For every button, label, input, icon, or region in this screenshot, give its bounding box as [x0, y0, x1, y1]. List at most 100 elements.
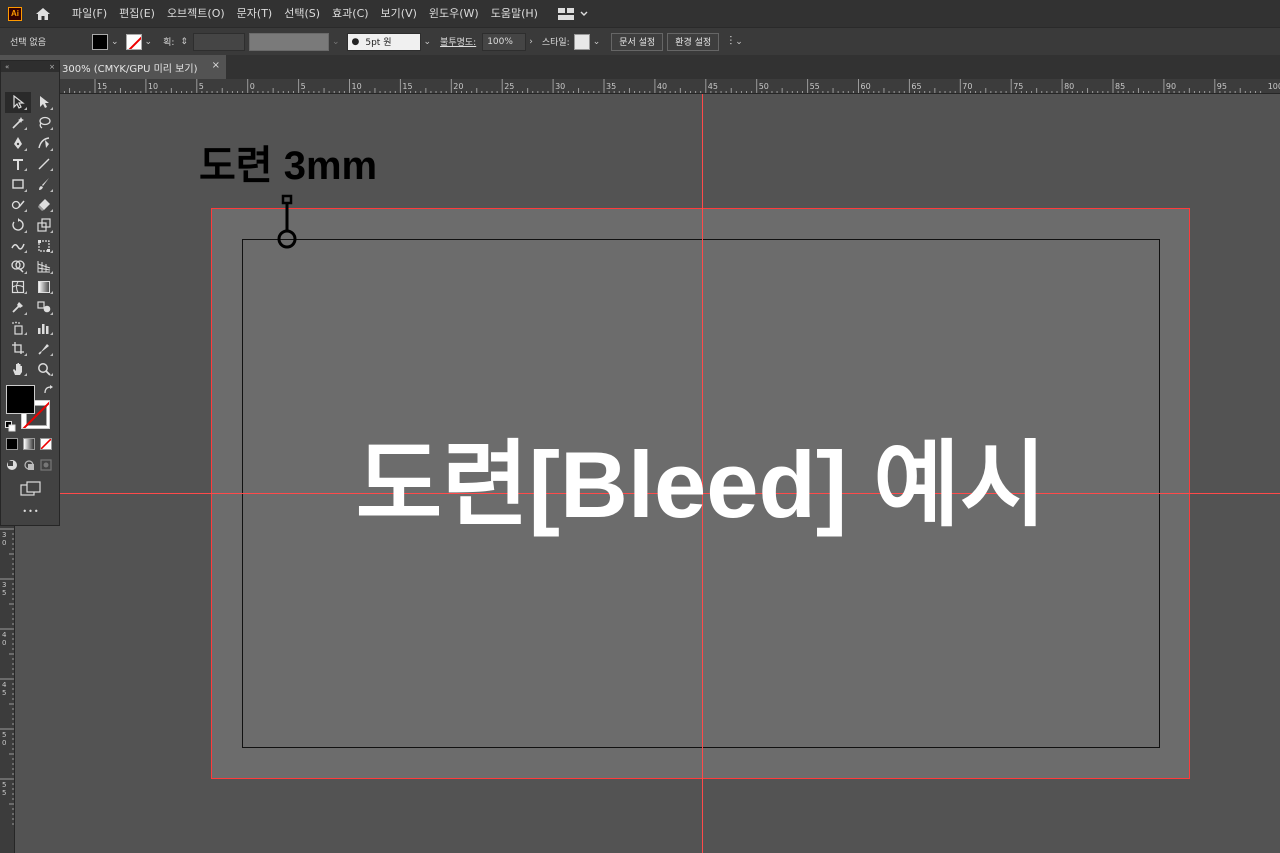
collapse-panel-icon[interactable]: « — [5, 63, 9, 71]
draw-inside-icon[interactable] — [40, 459, 52, 471]
fill-color-box[interactable] — [6, 385, 35, 414]
horizontal-ruler[interactable]: 15 10 5 0 5 10 15 20 25 30 35 40 45 50 55 60 65 70 75 80 85 9… — [0, 79, 1280, 94]
align-icon[interactable]: ⫶ — [729, 34, 732, 49]
menu-type[interactable]: 문자(T) — [231, 0, 279, 27]
menu-object[interactable]: 오브젝트(O) — [161, 0, 231, 27]
magic-wand-tool[interactable] — [5, 113, 31, 134]
workspace-grid-icon — [557, 7, 574, 20]
color-mode-row — [6, 438, 56, 450]
warp-icon — [11, 243, 25, 250]
free-transform-tool[interactable] — [31, 236, 57, 257]
menu-help[interactable]: 도움말(H) — [485, 0, 544, 27]
paintbrush-tool[interactable] — [31, 174, 57, 195]
ruler-label: 90 — [1166, 82, 1176, 91]
menu-select[interactable]: 선택(S) — [278, 0, 326, 27]
symbol-sprayer-icon — [12, 321, 23, 335]
profile-dropdown-icon[interactable]: ⌄ — [332, 37, 340, 47]
workspace-switcher[interactable] — [557, 7, 588, 20]
none-mode-button[interactable] — [40, 438, 52, 450]
gradient-icon — [38, 280, 50, 293]
line-segment-icon — [38, 158, 50, 170]
shape-builder-tool[interactable] — [5, 256, 31, 277]
graphic-style-swatch[interactable] — [573, 33, 590, 50]
tools-panel-header[interactable]: « × — [1, 61, 59, 72]
control-bar: 선택 없음 ⌄ ⌄ 획: ⇕ ⌄ ● 5pt 원 ⌄ 불투명도: 100% › … — [0, 27, 1280, 55]
warp-tool[interactable] — [5, 236, 31, 257]
draw-mode-row — [6, 459, 56, 471]
draw-behind-icon[interactable] — [23, 459, 35, 471]
opacity-arrow-icon[interactable]: › — [529, 37, 533, 47]
perspective-grid-icon — [37, 261, 51, 273]
opacity-label[interactable]: 불투명도: — [440, 35, 476, 48]
variable-width-profile[interactable] — [248, 32, 329, 51]
chevron-down-icon — [580, 11, 588, 16]
eyedropper-tool[interactable] — [5, 297, 31, 318]
ruler-label: 3 — [2, 531, 6, 539]
ruler-label: 10 — [352, 82, 362, 91]
perspective-grid-tool[interactable] — [31, 256, 57, 277]
artboard-tool[interactable] — [5, 338, 31, 359]
blend-tool[interactable] — [31, 297, 57, 318]
menu-effect[interactable]: 효과(C) — [326, 0, 375, 27]
menu-file[interactable]: 파일(F) — [66, 0, 113, 27]
ruler-label: 75 — [1013, 82, 1023, 91]
stroke-stepper-icon[interactable]: ⇕ — [180, 37, 188, 47]
menu-edit[interactable]: 편집(E) — [113, 0, 161, 27]
ruler-label: 5 — [301, 82, 306, 91]
close-icon[interactable]: × — [212, 60, 220, 71]
ruler-label: 5 — [199, 82, 204, 91]
slice-tool[interactable] — [31, 338, 57, 359]
close-icon[interactable]: × — [49, 63, 55, 71]
edit-toolbar-more-icon[interactable]: ••• — [1, 507, 61, 516]
rectangle-tool[interactable] — [5, 174, 31, 195]
ruler-label: 85 — [1115, 82, 1125, 91]
color-mode-button[interactable] — [6, 438, 18, 450]
brush-definition-select[interactable]: ● 5pt 원 — [346, 32, 421, 51]
ruler-label: 4 — [2, 631, 7, 639]
stroke-swatch[interactable] — [125, 33, 142, 50]
stroke-weight-input[interactable] — [192, 32, 245, 51]
swap-fill-stroke-icon[interactable] — [43, 384, 55, 396]
screen-mode-icon[interactable] — [20, 481, 42, 497]
home-icon[interactable] — [34, 6, 52, 22]
style-dropdown-icon[interactable]: ⌄ — [593, 37, 601, 47]
preferences-button[interactable]: 환경 설정 — [667, 32, 720, 51]
draw-normal-icon[interactable] — [6, 459, 18, 471]
menu-view[interactable]: 보기(V) — [375, 0, 423, 27]
selection-tool[interactable] — [5, 92, 31, 113]
fill-stroke-widget[interactable] — [5, 384, 55, 434]
opacity-input[interactable]: 100% — [482, 32, 527, 51]
direct-selection-tool[interactable] — [31, 92, 57, 113]
brush-dropdown-icon[interactable]: ⌄ — [424, 37, 432, 47]
ruler-label: 50 — [759, 82, 769, 91]
align-dropdown-icon[interactable]: ⌄ — [735, 37, 743, 47]
fill-dropdown-icon[interactable]: ⌄ — [111, 37, 119, 47]
gradient-mode-button[interactable] — [23, 438, 35, 450]
fill-swatch[interactable] — [92, 33, 108, 50]
eraser-icon — [38, 198, 50, 211]
zoom-magnifier-icon — [38, 362, 51, 376]
menu-window[interactable]: 윈도우(W) — [423, 0, 485, 27]
eraser-tool[interactable] — [31, 195, 57, 216]
type-tool[interactable] — [5, 154, 31, 175]
mesh-tool[interactable] — [5, 277, 31, 298]
gradient-tool[interactable] — [31, 277, 57, 298]
column-graph-icon — [38, 323, 49, 334]
symbol-sprayer-tool[interactable] — [5, 318, 31, 339]
curvature-tool[interactable] — [31, 133, 57, 154]
shaper-tool[interactable] — [5, 195, 31, 216]
line-tool[interactable] — [31, 154, 57, 175]
scale-tool[interactable] — [31, 215, 57, 236]
lasso-tool[interactable] — [31, 113, 57, 134]
stroke-dropdown-icon[interactable]: ⌄ — [145, 37, 153, 47]
default-fill-stroke-icon[interactable] — [5, 421, 16, 432]
rectangle-icon — [12, 179, 24, 189]
ruler-label: 45 — [708, 82, 718, 91]
zoom-tool[interactable] — [31, 359, 57, 380]
pen-tool[interactable] — [5, 133, 31, 154]
rotate-tool[interactable] — [5, 215, 31, 236]
hand-tool[interactable] — [5, 359, 31, 380]
column-graph-tool[interactable] — [31, 318, 57, 339]
stroke-label: 획: — [163, 38, 175, 48]
document-setup-button[interactable]: 문서 설정 — [611, 32, 664, 51]
